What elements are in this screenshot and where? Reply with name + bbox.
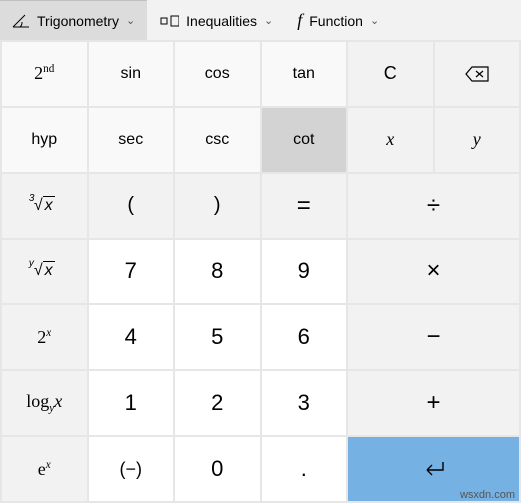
inequality-icon [159, 14, 179, 28]
digit-7-button[interactable]: 7 [89, 240, 174, 304]
equals-button[interactable]: = [262, 174, 347, 238]
menu-label: Function [309, 13, 363, 29]
hyp-button[interactable]: hyp [2, 108, 87, 172]
angle-icon [12, 14, 30, 28]
negate-button[interactable]: (−) [89, 437, 174, 501]
two-power-x-button[interactable]: 2x [2, 305, 87, 369]
digit-0-button[interactable]: 0 [175, 437, 260, 501]
digit-4-button[interactable]: 4 [89, 305, 174, 369]
function-icon: f [297, 10, 302, 31]
cos-button[interactable]: cos [175, 42, 260, 106]
close-paren-button[interactable]: ) [175, 174, 260, 238]
digit-2-button[interactable]: 2 [175, 371, 260, 435]
second-function-button[interactable]: 2nd [2, 42, 87, 106]
chevron-down-icon: ⌄ [264, 14, 273, 27]
digit-6-button[interactable]: 6 [262, 305, 347, 369]
divide-button[interactable]: ÷ [348, 174, 519, 238]
sin-button[interactable]: sin [89, 42, 174, 106]
keypad-grid: 2nd sin cos tan C hyp sec csc cot x y 3√… [0, 40, 521, 503]
sec-button[interactable]: sec [89, 108, 174, 172]
nroot-button[interactable]: y√x [2, 240, 87, 304]
digit-8-button[interactable]: 8 [175, 240, 260, 304]
cot-button[interactable]: cot [262, 108, 347, 172]
variable-y-button[interactable]: y [435, 108, 520, 172]
enter-icon [423, 461, 445, 477]
decimal-button[interactable]: . [262, 437, 347, 501]
menu-label: Inequalities [186, 13, 257, 29]
menu-label: Trigonometry [37, 13, 119, 29]
menu-inequalities[interactable]: Inequalities ⌄ [147, 0, 285, 40]
digit-9-button[interactable]: 9 [262, 240, 347, 304]
chevron-down-icon: ⌄ [370, 14, 379, 27]
watermark: wsxdn.com [460, 489, 515, 501]
menu-function[interactable]: f Function ⌄ [285, 0, 391, 40]
csc-button[interactable]: csc [175, 108, 260, 172]
clear-button[interactable]: C [348, 42, 433, 106]
cube-root-button[interactable]: 3√x [2, 174, 87, 238]
plus-button[interactable]: + [348, 371, 519, 435]
backspace-button[interactable] [435, 42, 520, 106]
log-base-y-button[interactable]: logyx [2, 371, 87, 435]
variable-x-button[interactable]: x [348, 108, 433, 172]
digit-1-button[interactable]: 1 [89, 371, 174, 435]
e-power-x-button[interactable]: ex [2, 437, 87, 501]
multiply-button[interactable]: × [348, 240, 519, 304]
chevron-down-icon: ⌄ [126, 14, 135, 27]
menubar: Trigonometry ⌄ Inequalities ⌄ f Function… [0, 0, 521, 40]
minus-button[interactable]: − [348, 305, 519, 369]
tan-button[interactable]: tan [262, 42, 347, 106]
digit-5-button[interactable]: 5 [175, 305, 260, 369]
menu-trigonometry[interactable]: Trigonometry ⌄ [0, 0, 147, 40]
backspace-icon [465, 66, 489, 82]
open-paren-button[interactable]: ( [89, 174, 174, 238]
digit-3-button[interactable]: 3 [262, 371, 347, 435]
